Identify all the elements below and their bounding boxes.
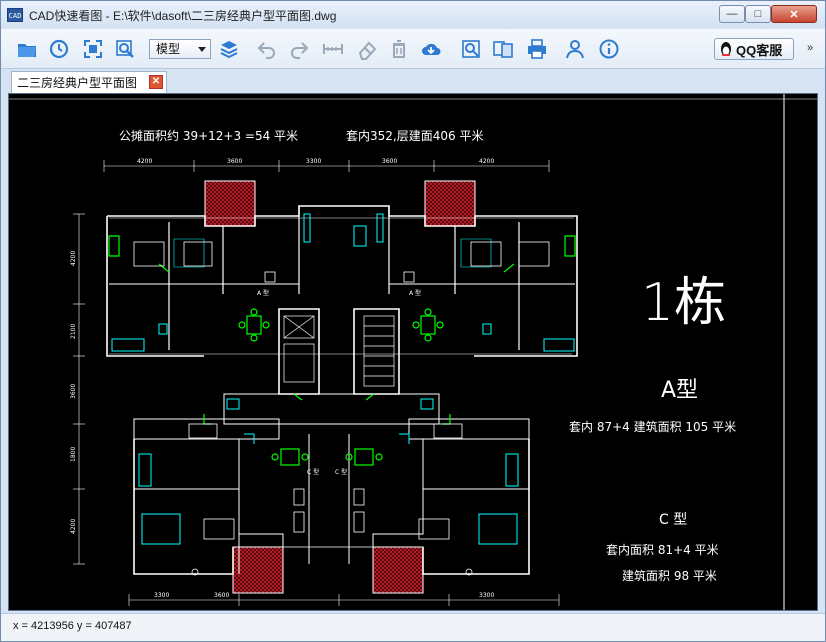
toolbar-overflow-button[interactable]: » bbox=[807, 42, 813, 54]
type-a-area: 套内 87+4 建筑面积 105 平米 bbox=[569, 419, 736, 434]
area-note: 公摊面积约 39+12+3 =54 平米 bbox=[119, 128, 298, 143]
history-icon[interactable] bbox=[47, 37, 71, 61]
status-bar: x = 4213956 y = 407487 bbox=[1, 613, 825, 641]
room-label-a-right: A 型 bbox=[409, 289, 421, 297]
qq-support-button[interactable]: QQ客服 bbox=[714, 38, 794, 60]
redo-icon[interactable] bbox=[287, 37, 311, 61]
maximize-button[interactable]: □ bbox=[745, 5, 771, 23]
dim-top-4: 3600 bbox=[382, 158, 397, 165]
dim-bottom-1: 3300 bbox=[154, 592, 169, 599]
cad-drawing: 公摊面积约 39+12+3 =54 平米 套内352,层建面406 平米 420… bbox=[9, 94, 817, 610]
undo-icon[interactable] bbox=[255, 37, 279, 61]
zoom-window-icon[interactable] bbox=[113, 37, 137, 61]
tab-document[interactable]: 二三房经典户型平面图 ✕ bbox=[11, 71, 167, 93]
balcony-bottom-left bbox=[232, 546, 284, 594]
minimize-button[interactable]: — bbox=[719, 5, 745, 23]
app-window: CAD CAD快速看图 - E:\软件\dasoft\二三房经典户型平面图.dw… bbox=[0, 0, 826, 642]
tab-close-icon[interactable]: ✕ bbox=[149, 75, 163, 89]
cloud-download-icon[interactable] bbox=[419, 37, 443, 61]
title-bar: CAD CAD快速看图 - E:\软件\dasoft\二三房经典户型平面图.dw… bbox=[1, 1, 825, 29]
tab-label: 二三房经典户型平面图 bbox=[17, 76, 138, 90]
dim-left-3: 3600 bbox=[70, 384, 77, 399]
dim-left-4: 1800 bbox=[70, 447, 77, 462]
eraser-icon[interactable] bbox=[355, 37, 379, 61]
app-icon: CAD bbox=[7, 8, 23, 22]
fit-screen-icon[interactable] bbox=[81, 37, 105, 61]
balcony-top-right bbox=[424, 180, 476, 227]
info-icon[interactable] bbox=[597, 37, 621, 61]
dim-top-2: 3600 bbox=[227, 158, 242, 165]
tab-bar: 二三房经典户型平面图 ✕ bbox=[1, 69, 825, 93]
balcony-bottom-right bbox=[372, 546, 424, 594]
dim-left-5: 4200 bbox=[70, 519, 77, 534]
convert-icon[interactable] bbox=[491, 37, 515, 61]
bottom-dimension bbox=[128, 594, 560, 606]
measure-icon[interactable] bbox=[321, 37, 345, 61]
total-note: 套内352,层建面406 平米 bbox=[346, 129, 483, 143]
window-title: CAD快速看图 - E:\软件\dasoft\二三房经典户型平面图.dwg bbox=[29, 8, 337, 23]
dim-top-1: 4200 bbox=[137, 158, 152, 165]
type-c-label: C 型 bbox=[659, 512, 687, 528]
room-label-a-left: A 型 bbox=[257, 289, 269, 297]
layers-icon[interactable] bbox=[217, 37, 241, 61]
room-label-c-right: C 型 bbox=[335, 468, 347, 476]
print-icon[interactable] bbox=[525, 37, 549, 61]
dim-top-3: 3300 bbox=[306, 158, 321, 165]
cursor-coordinates: x = 4213956 y = 407487 bbox=[13, 620, 132, 632]
stairwell bbox=[283, 315, 395, 387]
type-a-label: A型 bbox=[661, 378, 698, 403]
building-label: 1栋 bbox=[641, 273, 726, 333]
chevron-down-icon bbox=[198, 47, 206, 52]
fixtures-cyan bbox=[111, 213, 575, 545]
user-icon[interactable] bbox=[563, 37, 587, 61]
furniture-green bbox=[108, 235, 576, 466]
type-c-inner-area: 套内面积 81+4 平米 bbox=[606, 543, 719, 557]
qq-support-label: QQ客服 bbox=[736, 42, 783, 58]
dim-top-5: 4200 bbox=[479, 158, 494, 165]
close-button[interactable]: ✕ bbox=[771, 5, 817, 23]
trash-icon[interactable] bbox=[387, 37, 411, 61]
text-search-icon[interactable] bbox=[459, 37, 483, 61]
open-folder-icon[interactable] bbox=[15, 37, 39, 61]
wall-outlines bbox=[106, 205, 578, 575]
dim-bottom-2: 3600 bbox=[214, 592, 229, 599]
balcony-top-left bbox=[204, 180, 256, 227]
drawing-canvas[interactable]: 公摊面积约 39+12+3 =54 平米 套内352,层建面406 平米 420… bbox=[8, 93, 818, 611]
dim-bottom-3: 3300 bbox=[479, 592, 494, 599]
room-label-c-left: C 型 bbox=[307, 468, 319, 476]
dim-left-2: 2100 bbox=[70, 324, 77, 339]
dim-left-1: 4200 bbox=[70, 251, 77, 266]
toolbar: 模型 QQ客服 » bbox=[1, 29, 825, 69]
furniture-white bbox=[133, 241, 550, 576]
type-c-gross-area: 建筑面积 98 平米 bbox=[622, 568, 717, 583]
model-select-value: 模型 bbox=[156, 42, 181, 56]
model-select[interactable]: 模型 bbox=[149, 39, 211, 59]
penguin-icon bbox=[721, 42, 731, 56]
